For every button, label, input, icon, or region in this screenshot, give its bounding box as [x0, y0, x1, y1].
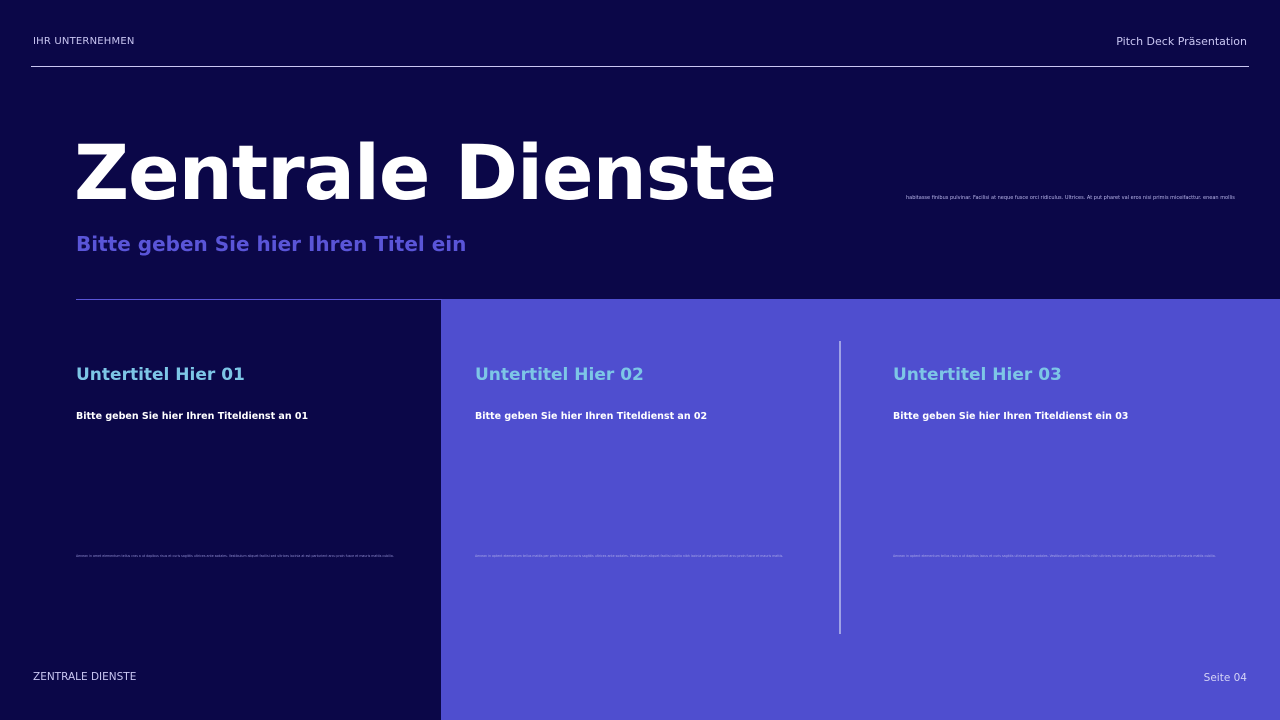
company-label: IHR UNTERNEHMEN — [33, 36, 135, 47]
column-body: Aenean in aptent elementum tellus mattis… — [475, 554, 784, 558]
side-note: habitasse finibus pulvinar. Facilisi at … — [906, 195, 1235, 201]
column-subheading: Bitte geben Sie hier Ihren Titeldienst a… — [475, 411, 708, 422]
accent-panel — [441, 299, 1280, 720]
slide: IHR UNTERNEHMEN Pitch Deck Präsentation … — [0, 0, 1280, 720]
service-column-02: Untertitel Hier 02 Bitte geben Sie hier … — [475, 365, 795, 558]
column-body: Aenean in aptent elementum tellus risus … — [893, 554, 1216, 558]
footer-section-label: ZENTRALE DIENSTE — [33, 671, 137, 683]
page-subtitle: Bitte geben Sie hier Ihren Titel ein — [76, 232, 467, 256]
service-column-01: Untertitel Hier 01 Bitte geben Sie hier … — [76, 365, 396, 558]
service-column-03: Untertitel Hier 03 Bitte geben Sie hier … — [893, 365, 1216, 558]
column-heading: Untertitel Hier 02 — [475, 365, 644, 385]
column-subheading: Bitte geben Sie hier Ihren Titeldienst e… — [893, 411, 1129, 422]
deck-label: Pitch Deck Präsentation — [1116, 35, 1247, 48]
page-title: Zentrale Dienste — [74, 128, 777, 217]
page-number: Seite 04 — [1203, 672, 1247, 684]
column-heading: Untertitel Hier 03 — [893, 365, 1062, 385]
column-heading: Untertitel Hier 01 — [76, 365, 245, 385]
column-subheading: Bitte geben Sie hier Ihren Titeldienst a… — [76, 411, 309, 422]
column-body: Aenean in amet elementum tellus cras a u… — [76, 554, 394, 558]
header-divider — [31, 66, 1249, 67]
column-divider — [839, 341, 841, 634]
section-divider — [76, 299, 442, 300]
